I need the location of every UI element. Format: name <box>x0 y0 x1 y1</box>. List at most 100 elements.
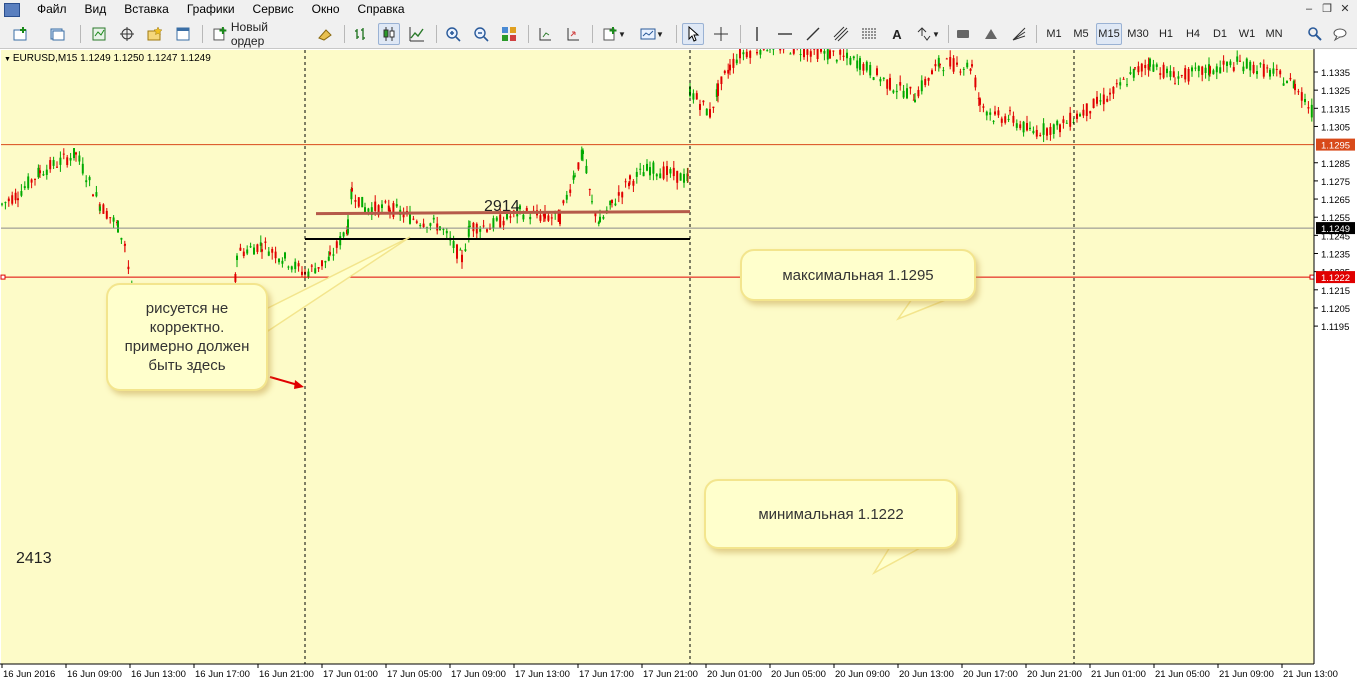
candle-body <box>253 247 255 255</box>
candle-body <box>342 232 345 237</box>
menu-file[interactable]: Файл <box>28 0 76 19</box>
channel-tool-button[interactable] <box>830 23 852 45</box>
menu-charts[interactable]: Графики <box>178 0 244 19</box>
candle-body <box>1307 107 1310 109</box>
wrong-drawing-callout: рисуется не корректно. примерно должен б… <box>106 283 268 391</box>
menu-insert[interactable]: Вставка <box>115 0 178 19</box>
candle-body <box>723 70 726 74</box>
candle-body <box>959 71 962 73</box>
toolbar-separator <box>948 25 949 43</box>
price-tick-label: 1.1335 <box>1321 68 1350 79</box>
timeframe-m30-button[interactable]: M30 <box>1125 23 1151 45</box>
templates-button[interactable]: ▼ <box>636 23 668 45</box>
candle-body <box>642 172 645 177</box>
bar-chart-button[interactable] <box>350 23 372 45</box>
candle-body <box>842 55 845 57</box>
vertical-line-tool-button[interactable] <box>746 23 768 45</box>
candle-body <box>105 210 108 219</box>
candle-body <box>856 60 859 69</box>
timeframe-m5-button[interactable]: M5 <box>1069 23 1093 45</box>
chart-shift-button[interactable] <box>534 23 556 45</box>
candle-body <box>629 175 631 180</box>
min-price-callout-text: минимальная 1.1222 <box>758 505 904 523</box>
candle-body <box>20 191 23 196</box>
expert-advisors-button[interactable] <box>314 23 336 45</box>
zoom-in-button[interactable] <box>442 23 464 45</box>
candle-body <box>234 273 237 282</box>
candle-body <box>826 49 829 60</box>
toolbar-separator <box>344 25 345 43</box>
new-order-button[interactable]: Новый ордер <box>208 20 308 48</box>
search-button[interactable] <box>1304 23 1326 45</box>
timeframe-m1-button[interactable]: M1 <box>1042 23 1066 45</box>
minimize-button[interactable]: – <box>1301 2 1317 16</box>
price-tick-label: 1.1195 <box>1321 322 1349 333</box>
candle-body <box>849 57 852 65</box>
new-chart-button[interactable] <box>6 23 36 45</box>
candle-body <box>852 56 855 59</box>
candle-body <box>246 249 249 254</box>
candle-body <box>639 168 642 170</box>
profiles-button[interactable] <box>42 23 72 45</box>
arrows-tool-button[interactable]: ▼ <box>912 23 944 45</box>
candle-body <box>635 171 638 177</box>
candle-body <box>1106 98 1109 102</box>
line-chart-button[interactable] <box>406 23 428 45</box>
candle-body <box>1059 124 1061 133</box>
candle-body <box>392 203 395 217</box>
price-tick-label: 1.1295 <box>1321 141 1350 152</box>
candle-body <box>1137 66 1140 73</box>
candle-body <box>1152 64 1155 72</box>
candlestick-chart-button[interactable] <box>378 23 400 45</box>
candle-body <box>120 237 123 240</box>
fibo-fan-tool-button[interactable] <box>1008 23 1030 45</box>
timeframe-w1-button[interactable]: W1 <box>1235 23 1259 45</box>
restore-button[interactable]: ❐ <box>1319 2 1335 16</box>
candle-body <box>569 189 572 193</box>
text-tool-button[interactable]: A <box>886 23 908 45</box>
candle-body <box>1134 67 1136 69</box>
candle-body <box>659 173 662 179</box>
chart-window[interactable]: 1.1335 1.1325 1.1315 1.1305 1.1295 1.1285 1.12… <box>0 49 1357 687</box>
crosshair-tool-button[interactable] <box>710 23 732 45</box>
chat-button[interactable] <box>1330 23 1352 45</box>
timeframe-m15-button[interactable]: M15 <box>1096 23 1122 45</box>
candle-body <box>69 157 72 161</box>
trendline-tool-button[interactable] <box>802 23 824 45</box>
menu-view[interactable]: Вид <box>76 0 116 19</box>
timeframe-d1-button[interactable]: D1 <box>1208 23 1232 45</box>
rectangle-tool-button[interactable] <box>952 23 974 45</box>
timeframe-h4-button[interactable]: H4 <box>1181 23 1205 45</box>
timeframe-mn-button[interactable]: MN <box>1262 23 1286 45</box>
search-icon <box>1308 27 1322 41</box>
candle-body <box>1089 111 1092 114</box>
candle-body <box>472 222 475 232</box>
market-watch-button[interactable] <box>88 23 110 45</box>
tile-windows-button[interactable] <box>498 23 520 45</box>
data-window-button[interactable] <box>116 23 138 45</box>
candle-body <box>1304 98 1306 103</box>
menu-window[interactable]: Окно <box>303 0 349 19</box>
timeframe-h1-button[interactable]: H1 <box>1154 23 1178 45</box>
cursor-tool-button[interactable] <box>682 23 704 45</box>
candle-body <box>1076 113 1078 119</box>
navigator-button[interactable] <box>144 23 166 45</box>
close-button[interactable]: ✕ <box>1337 2 1353 16</box>
autoscroll-button[interactable] <box>562 23 584 45</box>
candle-body <box>865 61 868 71</box>
horizontal-line-tool-button[interactable] <box>774 23 796 45</box>
fibonacci-tool-button[interactable] <box>858 23 880 45</box>
indicators-button[interactable]: ▼ <box>598 23 630 45</box>
menu-help[interactable]: Справка <box>349 0 414 19</box>
terminal-button[interactable] <box>172 23 194 45</box>
candle-body <box>452 241 455 248</box>
triangle-tool-button[interactable] <box>980 23 1002 45</box>
menu-tools[interactable]: Сервис <box>244 0 303 19</box>
cursor-arrow-icon <box>688 26 700 42</box>
candle-body <box>539 215 542 221</box>
zoom-out-button[interactable] <box>470 23 492 45</box>
candle-body <box>846 52 848 59</box>
candle-body <box>649 167 651 176</box>
candle-body <box>495 217 498 221</box>
candle-body <box>895 90 898 93</box>
